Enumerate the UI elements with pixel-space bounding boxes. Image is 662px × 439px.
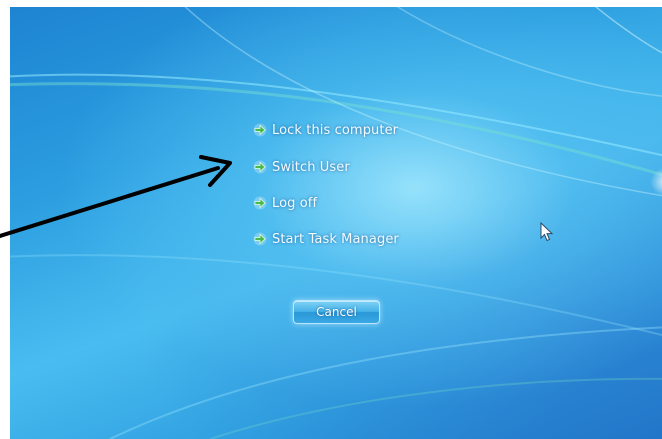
green-arrow-icon [253, 160, 267, 174]
green-arrow-icon [253, 196, 267, 210]
security-screen [10, 7, 662, 439]
lock-computer-label: Lock this computer [272, 122, 399, 138]
switch-user-label: Switch User [272, 159, 350, 175]
switch-user-option[interactable]: Switch User [253, 155, 350, 179]
start-task-manager-label: Start Task Manager [272, 231, 399, 247]
green-arrow-icon [253, 123, 267, 137]
start-task-manager-option[interactable]: Start Task Manager [253, 227, 399, 251]
lock-computer-option[interactable]: Lock this computer [253, 118, 398, 142]
green-arrow-icon [253, 232, 267, 246]
background-swooshes [10, 7, 662, 439]
log-off-label: Log off [272, 195, 318, 211]
log-off-option[interactable]: Log off [253, 191, 317, 215]
edge-glow [650, 167, 662, 197]
cancel-button[interactable]: Cancel [293, 300, 380, 324]
mouse-pointer-icon [540, 222, 554, 242]
